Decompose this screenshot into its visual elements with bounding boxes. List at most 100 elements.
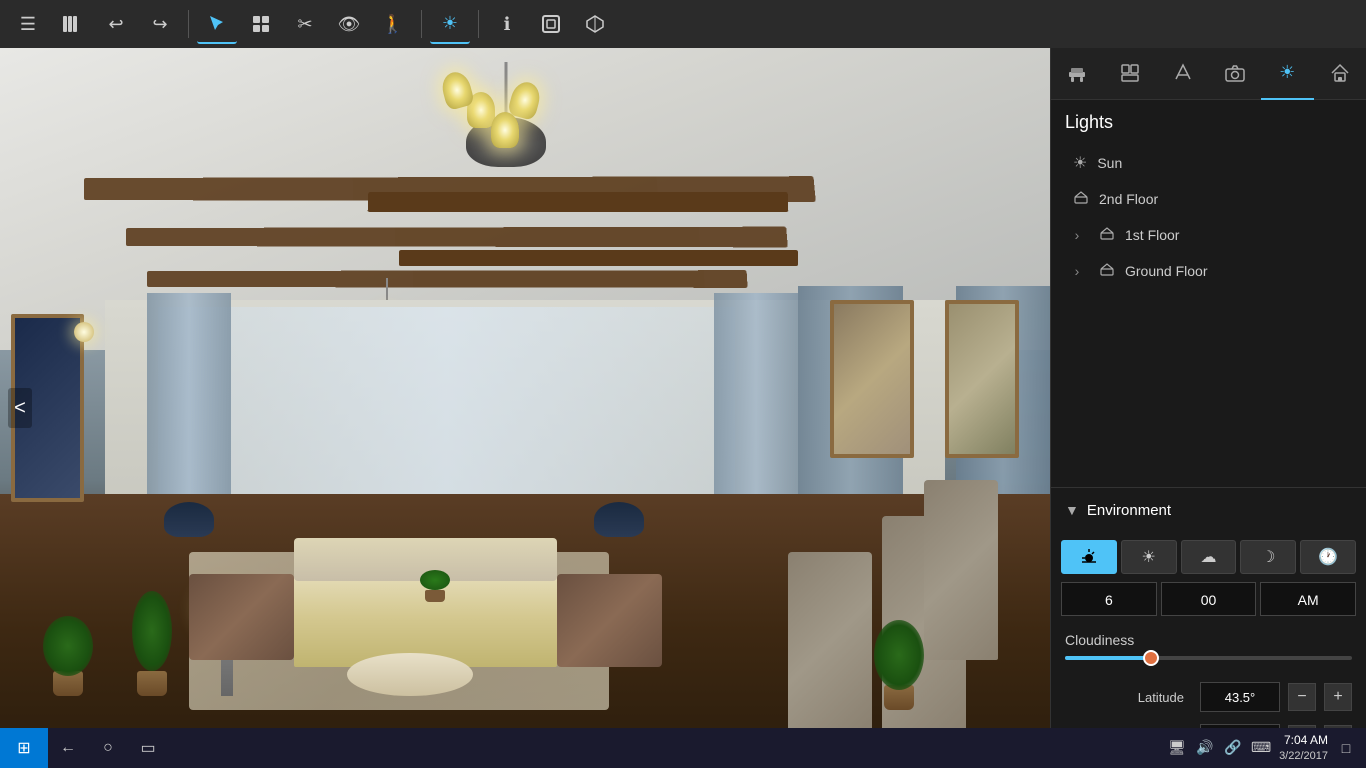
separator-1	[188, 10, 189, 38]
chandelier-bulb-4	[491, 112, 519, 148]
environment-header[interactable]: ▼ Environment	[1051, 488, 1366, 532]
top-toolbar: ☰ ↩ ↪ ✂ 👁 🚶 ☀ ℹ	[0, 0, 1366, 48]
panel-camera-btn[interactable]	[1209, 48, 1262, 100]
taskbar-date: 3/22/2017	[1279, 749, 1328, 763]
taskbar-network-icon[interactable]: 🔗	[1223, 738, 1243, 758]
redo-button[interactable]: ↪	[140, 4, 180, 44]
1st-floor-chevron: ›	[1065, 227, 1089, 243]
plant-2-leaves	[132, 591, 172, 671]
cloudiness-row: Cloudiness	[1051, 624, 1366, 676]
env-btn-day[interactable]: ☀	[1121, 540, 1177, 574]
curtain-left	[147, 293, 231, 509]
table-lamp-left	[179, 502, 199, 552]
cloudiness-slider-fill	[1065, 656, 1151, 660]
ground-floor-chevron: ›	[1065, 263, 1089, 279]
taskbar-search-btn[interactable]: ○	[88, 728, 128, 768]
cloudiness-label: Cloudiness	[1065, 632, 1352, 648]
right-panel: ☀ Lights ☀ Sun 2nd Floor › 1st Floor	[1050, 48, 1366, 768]
panel-furniture-btn[interactable]	[1051, 48, 1104, 100]
lights-section: Lights ☀ Sun 2nd Floor › 1st Floor ›	[1051, 100, 1366, 289]
coffee-table	[347, 653, 473, 696]
taskbar-apps-btn[interactable]: ▭	[128, 728, 168, 768]
2nd-floor-light-label: 2nd Floor	[1099, 191, 1344, 207]
cloudiness-slider-thumb[interactable]	[1143, 650, 1159, 666]
armchair-right	[557, 574, 662, 668]
library-button[interactable]	[52, 4, 92, 44]
plant-2-pot	[137, 671, 167, 696]
left-nav-arrow[interactable]: <	[8, 388, 32, 428]
cut-button[interactable]: ✂	[285, 4, 325, 44]
menu-button[interactable]: ☰	[8, 4, 48, 44]
dining-chair-3	[924, 480, 998, 660]
taskbar-keyboard-icon[interactable]: ⌨	[1251, 738, 1271, 758]
light-item-2nd-floor[interactable]: 2nd Floor	[1065, 181, 1352, 217]
light-item-sun[interactable]: ☀ Sun	[1065, 145, 1352, 181]
undo-button[interactable]: ↩	[96, 4, 136, 44]
ground-floor-light-label: Ground Floor	[1125, 263, 1344, 279]
plant-3	[884, 685, 914, 710]
panel-paint-btn[interactable]	[1156, 48, 1209, 100]
env-btn-moon[interactable]: ☽	[1240, 540, 1296, 574]
table-lamp-left-shade	[164, 502, 214, 537]
taskbar-monitor-icon[interactable]: 🖥	[1167, 738, 1187, 758]
taskbar-back-btn[interactable]: ←	[48, 728, 88, 768]
panel-spacer	[1051, 289, 1366, 487]
cloudiness-slider-track[interactable]	[1065, 656, 1352, 660]
panel-house-btn[interactable]	[1314, 48, 1366, 100]
sun-light-label: Sun	[1097, 155, 1344, 171]
taskbar: ⊞ ← ○ ▭ 🖥 🔊 🔗 ⌨ 7:04 AM 3/22/2017 □	[0, 728, 1366, 768]
taskbar-notification-icon[interactable]: □	[1336, 738, 1356, 758]
3d-button[interactable]	[575, 4, 615, 44]
plant-2	[137, 671, 167, 696]
plant-3-leaves	[874, 620, 924, 690]
environment-time-buttons: ☀ ☁ ☽ 🕐	[1051, 532, 1366, 582]
table-lamp-right-shade	[594, 502, 644, 537]
view-button[interactable]: 👁	[329, 4, 369, 44]
env-btn-clouds[interactable]: ☁	[1181, 540, 1237, 574]
taskbar-volume-icon[interactable]: 🔊	[1195, 738, 1215, 758]
plant-1	[53, 671, 83, 696]
env-btn-clock[interactable]: 🕐	[1300, 540, 1356, 574]
painting-right-1	[830, 300, 914, 458]
curtain-right	[714, 293, 798, 509]
time-period-input[interactable]: AM	[1260, 582, 1356, 616]
walk-button[interactable]: 🚶	[373, 4, 413, 44]
ceiling-beam-4	[367, 192, 788, 212]
panel-icon-bar: ☀	[1051, 48, 1366, 100]
wall-sconce	[74, 322, 94, 352]
panel-lights-btn[interactable]: ☀	[1261, 48, 1314, 100]
start-button[interactable]: ⊞	[0, 728, 48, 768]
latitude-increase-btn[interactable]: +	[1324, 683, 1352, 711]
2nd-floor-light-icon	[1073, 189, 1089, 210]
environment-time-row: 6 00 AM	[1051, 582, 1366, 624]
taskbar-clock[interactable]: 7:04 AM 3/22/2017	[1279, 733, 1328, 763]
separator-3	[478, 10, 479, 38]
time-minute-input[interactable]: 00	[1161, 582, 1257, 616]
latitude-decrease-btn[interactable]: −	[1288, 683, 1316, 711]
separator-2	[421, 10, 422, 38]
table-lamp-right	[609, 502, 629, 552]
ground-floor-light-icon	[1099, 261, 1115, 282]
1st-floor-light-icon	[1099, 225, 1115, 246]
sun-toolbar-button[interactable]: ☀	[430, 4, 470, 44]
objects-button[interactable]	[241, 4, 281, 44]
main-viewport[interactable]: <	[0, 48, 1050, 768]
light-item-ground-floor[interactable]: › Ground Floor	[1065, 253, 1352, 289]
time-hour-input[interactable]: 6	[1061, 582, 1157, 616]
taskbar-tray: 🖥 🔊 🔗 ⌨ 7:04 AM 3/22/2017 □	[1157, 733, 1366, 763]
info-button[interactable]: ℹ	[487, 4, 527, 44]
select-button[interactable]	[197, 4, 237, 44]
taskbar-time: 7:04 AM	[1279, 733, 1328, 749]
panel-build-btn[interactable]	[1104, 48, 1157, 100]
plant-1-leaves	[43, 616, 93, 676]
latitude-row: Latitude − +	[1051, 676, 1366, 718]
environment-title: Environment	[1087, 502, 1171, 519]
coffee-table-plant	[420, 570, 450, 595]
light-item-1st-floor[interactable]: › 1st Floor	[1065, 217, 1352, 253]
latitude-input[interactable]	[1200, 682, 1280, 712]
env-btn-sunrise[interactable]	[1061, 540, 1117, 574]
frame-button[interactable]	[531, 4, 571, 44]
armchair-left	[189, 574, 294, 660]
environment-chevron: ▼	[1065, 502, 1079, 518]
room-scene	[0, 48, 1050, 768]
